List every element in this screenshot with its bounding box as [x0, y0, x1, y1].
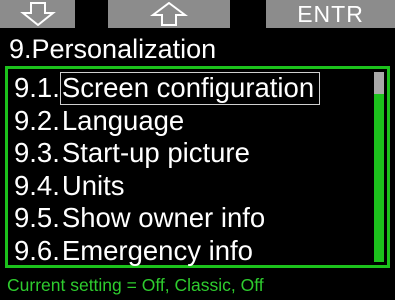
down-softkey[interactable]: [0, 0, 75, 28]
enter-softkey-label: ENTR: [297, 0, 364, 27]
menu-item-number: 9.2.: [14, 104, 60, 136]
menu-item[interactable]: 9.3. Start-up picture: [14, 137, 376, 170]
menu-item[interactable]: 9.5. Show owner info: [14, 202, 376, 235]
menu-list: 9.1. Screen configuration 9.2. Language 9.3.…: [14, 72, 376, 267]
softkey-bar: ENTR: [0, 0, 395, 30]
arrow-down-icon: [19, 2, 56, 26]
menu-item-label: Start-up picture: [61, 137, 250, 168]
menu-item-number: 9.3.: [14, 137, 60, 168]
menu-item[interactable]: 9.1. Screen configuration: [14, 72, 376, 105]
menu-item-label: Show owner info: [61, 202, 266, 233]
menu-item-number: 9.6.: [14, 234, 60, 266]
menu-item-label: Emergency info: [61, 234, 253, 266]
scrollbar[interactable]: [374, 72, 384, 262]
menu-item-number: 9.4.: [14, 169, 60, 201]
menu-item-label: Units: [61, 169, 125, 201]
menu-item-number: 9.5.: [14, 202, 60, 233]
menu-item-label: Language: [61, 104, 185, 136]
menu-item[interactable]: 9.4. Units: [14, 170, 376, 203]
menu-item[interactable]: 9.2. Language: [14, 105, 376, 138]
up-softkey[interactable]: [108, 0, 230, 28]
enter-softkey[interactable]: ENTR: [266, 0, 395, 28]
arrow-up-icon: [150, 2, 188, 26]
menu-box: 9.1. Screen configuration 9.2. Language 9.3.…: [5, 66, 390, 268]
menu-item-number: 9.1.: [14, 72, 60, 103]
current-setting-text: Current setting = Off, Classic, Off: [7, 275, 264, 295]
page-title: 9.Personalization: [9, 34, 217, 64]
scrollbar-thumb[interactable]: [374, 72, 384, 94]
menu-item[interactable]: 9.6. Emergency info: [14, 235, 376, 268]
menu-item-label: Screen configuration: [59, 72, 321, 105]
